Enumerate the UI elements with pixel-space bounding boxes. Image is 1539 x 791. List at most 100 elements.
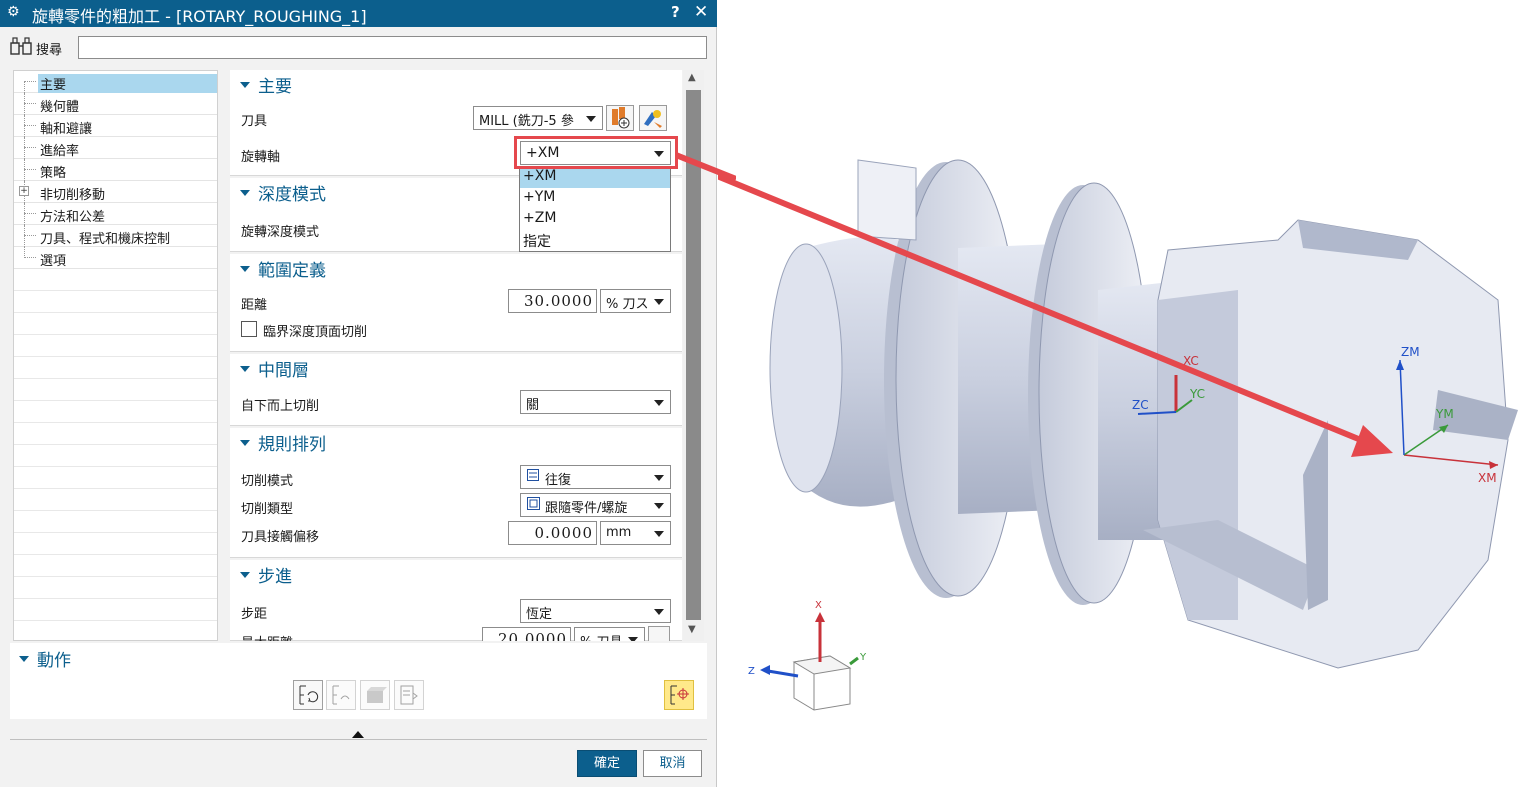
nav-item-label: 刀具、程式和機床控制 bbox=[40, 232, 171, 247]
nav-item-label: 選項 bbox=[40, 254, 67, 269]
regenerate-button[interactable] bbox=[293, 680, 323, 710]
tool-select[interactable]: MILL (銑刀-5 參 bbox=[473, 106, 603, 130]
distance-label: 距離 bbox=[241, 298, 268, 313]
close-button[interactable]: ✕ bbox=[694, 2, 708, 22]
bottom-up-value: 關 bbox=[526, 398, 540, 413]
zigzag-icon bbox=[527, 469, 539, 484]
stepover-label: 步距 bbox=[241, 607, 268, 622]
search-row: 搜尋 bbox=[0, 33, 717, 63]
group-header[interactable]: 規則排列 bbox=[240, 430, 326, 455]
expand-arrow-icon[interactable] bbox=[352, 731, 364, 738]
verify-button[interactable] bbox=[360, 680, 390, 710]
new-tool-button[interactable] bbox=[606, 105, 634, 131]
tool-contact-offset-value: 0.0000 bbox=[534, 524, 593, 542]
divider bbox=[10, 739, 707, 740]
collapse-triangle-icon bbox=[240, 365, 250, 372]
cut-type-select[interactable]: 跟隨零件/螺旋 bbox=[520, 493, 671, 517]
dialog-title: 旋轉零件的粗加工 - [ROTARY_ROUGHING_1] bbox=[32, 7, 367, 26]
group-title: 規則排列 bbox=[258, 435, 326, 455]
max-distance-unit-value: % 刀具 bbox=[580, 631, 624, 641]
distance-unit-value: % 刀ス bbox=[606, 297, 649, 312]
nav-item-axis-avoidance[interactable]: 軸和避讓 bbox=[14, 115, 217, 137]
group-header[interactable]: 範圍定義 bbox=[240, 256, 326, 281]
axis-option-ym[interactable]: +YM bbox=[520, 188, 670, 209]
list-output-button[interactable] bbox=[394, 680, 424, 710]
follow-part-icon bbox=[527, 497, 540, 513]
group-title: 深度模式 bbox=[258, 185, 326, 205]
rotation-axis-dropdown: +XM +YM +ZM 指定 bbox=[519, 166, 671, 252]
title-bar: ⚙ 旋轉零件的粗加工 - [ROTARY_ROUGHING_1] ? ✕ bbox=[0, 0, 717, 27]
bottom-up-select[interactable]: 關 bbox=[520, 390, 671, 414]
tool-contact-offset-input[interactable]: 0.0000 bbox=[508, 521, 597, 545]
group-range: 範圍定義 距離 30.0000 % 刀ス 臨界深度頂面切削 bbox=[230, 254, 682, 352]
expand-plus-icon[interactable]: + bbox=[19, 186, 29, 196]
scroll-up-icon[interactable]: ▲ bbox=[688, 72, 696, 83]
group-header[interactable]: 步進 bbox=[240, 562, 292, 587]
group-title: 動作 bbox=[37, 651, 71, 671]
binoculars-icon bbox=[10, 37, 32, 59]
navigation-tree: 主要 幾何體 軸和避讓 進給率 策略 + 非切削移動 方法和公差 刀具、程式和機… bbox=[13, 70, 218, 641]
edit-tool-button[interactable] bbox=[639, 105, 667, 131]
group-middle-layer: 中間層 自下而上切削 關 bbox=[230, 354, 682, 426]
group-header[interactable]: 主要 bbox=[240, 72, 292, 97]
nav-item-feeds[interactable]: 進給率 bbox=[14, 137, 217, 159]
rotary-roughing-dialog: ⚙ 旋轉零件的粗加工 - [ROTARY_ROUGHING_1] ? ✕ 搜尋 … bbox=[0, 0, 717, 787]
regenerate-icon bbox=[299, 685, 319, 705]
new-tool-icon bbox=[612, 107, 630, 129]
nav-item-options[interactable]: 選項 bbox=[14, 247, 217, 269]
nav-item-label: 策略 bbox=[40, 166, 67, 181]
cut-mode-select[interactable]: 往復 bbox=[520, 465, 671, 489]
nav-item-method-tolerance[interactable]: 方法和公差 bbox=[14, 203, 217, 225]
mcs-z-label: ZM bbox=[1401, 345, 1420, 359]
scroll-down-icon[interactable]: ▼ bbox=[688, 624, 696, 635]
search-input[interactable] bbox=[78, 36, 707, 59]
nav-item-label: 非切削移動 bbox=[40, 188, 106, 203]
axis-option-zm[interactable]: +ZM bbox=[520, 209, 670, 230]
offset-unit-value: mm bbox=[606, 525, 632, 540]
stepover-select[interactable]: 恆定 bbox=[520, 599, 671, 623]
group-header[interactable]: 深度模式 bbox=[240, 180, 326, 205]
group-header[interactable]: 中間層 bbox=[240, 356, 309, 381]
nav-item-strategy[interactable]: 策略 bbox=[14, 159, 217, 181]
group-title: 步進 bbox=[258, 567, 292, 587]
axis-option-specify[interactable]: 指定 bbox=[520, 230, 670, 251]
annotation-arrow-start bbox=[676, 152, 736, 182]
axis-option-xm[interactable]: +XM bbox=[520, 167, 670, 188]
critical-depth-checkbox[interactable] bbox=[241, 321, 257, 337]
group-header[interactable]: 動作 bbox=[19, 646, 71, 671]
cut-type-label: 切削類型 bbox=[241, 502, 294, 517]
nav-item-geometry[interactable]: 幾何體 bbox=[14, 93, 217, 115]
nav-item-tool-program[interactable]: 刀具、程式和機床控制 bbox=[14, 225, 217, 247]
group-title: 主要 bbox=[258, 77, 292, 97]
cancel-button[interactable]: 取消 bbox=[643, 750, 702, 777]
collapse-triangle-icon bbox=[240, 439, 250, 446]
distance-value: 30.0000 bbox=[523, 292, 593, 310]
help-button[interactable]: ? bbox=[671, 3, 680, 21]
cut-mode-label: 切削模式 bbox=[241, 474, 294, 489]
max-distance-input[interactable]: 20.0000 bbox=[482, 627, 571, 641]
triad-z-label: Z bbox=[748, 666, 755, 677]
nav-item-main[interactable]: 主要 bbox=[14, 71, 217, 93]
cut-mode-value: 往復 bbox=[545, 473, 572, 488]
rotary-depth-mode-label: 旋轉深度模式 bbox=[241, 225, 320, 240]
nav-item-non-cutting[interactable]: + 非切削移動 bbox=[14, 181, 217, 203]
rotation-axis-label: 旋轉軸 bbox=[241, 150, 281, 165]
triad-y-label: Y bbox=[859, 652, 867, 663]
view-triad: X Y Z bbox=[748, 600, 867, 711]
lock-icon[interactable] bbox=[648, 626, 670, 641]
generate-button[interactable] bbox=[664, 680, 694, 710]
collapse-triangle-icon bbox=[19, 655, 29, 662]
graphics-viewport[interactable]: XC YC ZC XM YM ZM X Y Z bbox=[676, 0, 1539, 787]
max-distance-unit-select[interactable]: % 刀具 bbox=[574, 627, 645, 641]
distance-unit-select[interactable]: % 刀ス bbox=[600, 289, 671, 313]
nav-item-label: 主要 bbox=[38, 74, 217, 93]
collapse-triangle-icon bbox=[240, 81, 250, 88]
nav-item-label: 方法和公差 bbox=[40, 210, 106, 225]
replay-button[interactable] bbox=[326, 680, 356, 710]
offset-unit-select[interactable]: mm bbox=[600, 521, 671, 545]
ok-button[interactable]: 確定 bbox=[577, 750, 637, 777]
wcs-z-label: ZC bbox=[1132, 398, 1149, 412]
gear-icon: ⚙ bbox=[7, 4, 20, 20]
edit-tool-icon bbox=[644, 110, 662, 128]
distance-input[interactable]: 30.0000 bbox=[508, 289, 597, 313]
